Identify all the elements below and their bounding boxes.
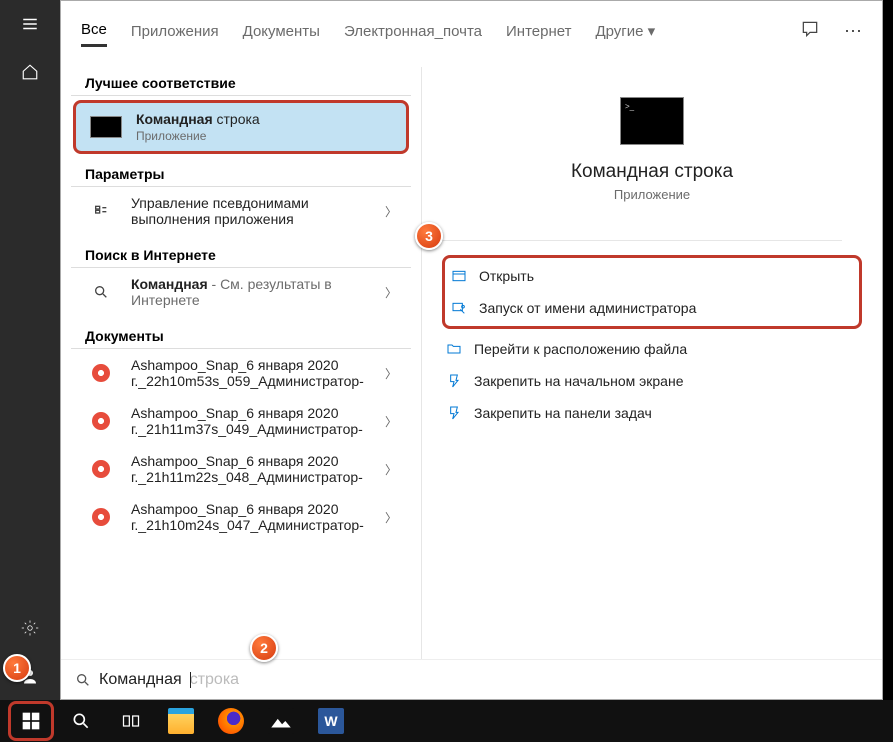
more-icon[interactable]: ⋯ <box>844 21 862 42</box>
action-open[interactable]: Открыть <box>447 260 857 292</box>
filter-tabs: Все Приложения Документы Электронная_поч… <box>61 1 882 61</box>
search-input-row[interactable]: Командная строка <box>61 659 882 699</box>
action-pin-to-start[interactable]: Закрепить на начальном экране <box>442 365 862 397</box>
ashampoo-icon <box>92 364 110 382</box>
result-setting-alias[interactable]: Управление псевдонимами выполнения прило… <box>71 187 411 235</box>
result-web-search[interactable]: Командная - См. результаты в Интернете 〉 <box>71 268 411 316</box>
settings-icon[interactable] <box>0 604 60 652</box>
results-list: Лучшее соответствие Командная строка При… <box>61 61 421 659</box>
taskbar-search-button[interactable] <box>58 701 104 741</box>
chevron-right-icon: 〉 <box>385 509 397 526</box>
start-button[interactable] <box>8 701 54 741</box>
chevron-right-icon: 〉 <box>385 365 397 382</box>
hamburger-button[interactable] <box>0 0 60 48</box>
chevron-right-icon: 〉 <box>385 284 397 301</box>
section-web: Поиск в Интернете <box>71 241 411 268</box>
search-icon <box>75 672 91 688</box>
chevron-right-icon: 〉 <box>385 413 397 430</box>
tab-apps[interactable]: Приложения <box>131 17 219 46</box>
feedback-icon[interactable] <box>800 19 820 43</box>
action-run-as-admin[interactable]: Запуск от имени администратора <box>447 292 857 324</box>
ashampoo-icon <box>92 508 110 526</box>
task-view-button[interactable] <box>108 701 154 741</box>
annotation-1: 1 <box>3 654 31 682</box>
result-document[interactable]: Ashampoo_Snap_6 января 2020 г._21h11m37s… <box>71 397 411 445</box>
action-pin-to-taskbar[interactable]: Закрепить на панели задач <box>442 397 862 429</box>
annotation-3: 3 <box>415 222 443 250</box>
home-icon[interactable] <box>0 48 60 96</box>
cmd-icon <box>90 116 122 138</box>
tab-internet[interactable]: Интернет <box>506 17 571 46</box>
preview-pane: Командная строка Приложение Открыть Запу… <box>421 67 882 659</box>
tab-other[interactable]: Другие ▾ <box>595 16 655 46</box>
chevron-right-icon: 〉 <box>385 203 397 220</box>
result-document[interactable]: Ashampoo_Snap_6 января 2020 г._21h11m22s… <box>71 445 411 493</box>
tab-all[interactable]: Все <box>81 15 107 47</box>
result-document[interactable]: Ashampoo_Snap_6 января 2020 г._22h10m53s… <box>71 349 411 397</box>
result-best-match[interactable]: Командная строка Приложение <box>73 100 409 154</box>
chevron-right-icon: 〉 <box>385 461 397 478</box>
start-rail <box>0 0 60 700</box>
search-typed-text: Командная <box>99 671 182 689</box>
tab-documents[interactable]: Документы <box>243 17 320 46</box>
preview-title: Командная строка <box>571 161 733 183</box>
taskbar-app-explorer[interactable] <box>158 701 204 741</box>
taskbar-app-firefox[interactable] <box>208 701 254 741</box>
result-document[interactable]: Ashampoo_Snap_6 января 2020 г._21h10m24s… <box>71 493 411 541</box>
section-documents: Документы <box>71 322 411 349</box>
action-open-file-location[interactable]: Перейти к расположению файла <box>442 333 862 365</box>
ashampoo-icon <box>92 460 110 478</box>
tab-email[interactable]: Электронная_почта <box>344 17 482 46</box>
taskbar-app-photos[interactable] <box>258 701 304 741</box>
result-subtitle: Приложение <box>136 129 392 143</box>
section-best-match: Лучшее соответствие <box>71 69 411 96</box>
preview-app-icon <box>620 97 684 145</box>
search-suggestion-ghost: строка <box>190 671 239 689</box>
ashampoo-icon <box>92 412 110 430</box>
preview-subtitle: Приложение <box>614 187 690 202</box>
taskbar: W <box>0 700 893 742</box>
search-panel: Все Приложения Документы Электронная_поч… <box>60 0 883 700</box>
taskbar-app-word[interactable]: W <box>308 701 354 741</box>
divider <box>442 240 842 241</box>
annotation-2: 2 <box>250 634 278 662</box>
section-settings: Параметры <box>71 160 411 187</box>
